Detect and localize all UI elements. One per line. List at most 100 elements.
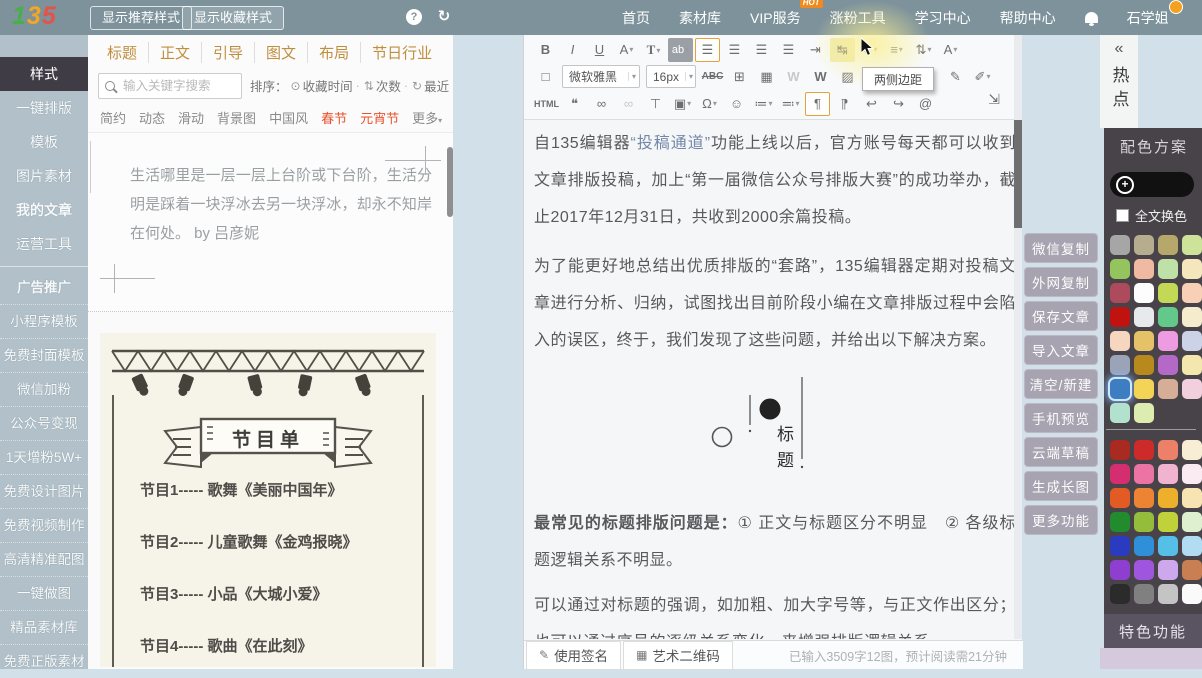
help-icon[interactable]: ? <box>406 9 422 25</box>
nav-vip-services[interactable]: VIP服务HOT <box>750 8 801 28</box>
editor-content[interactable]: 自135编辑器“投稿通道”功能上线以后，官方账号每天都可以收到文章排版投稿，加上… <box>524 119 1028 639</box>
color-swatch[interactable] <box>1134 512 1154 532</box>
template-card-icon[interactable]: ▣▾ <box>670 92 695 116</box>
color-swatch[interactable] <box>1182 283 1202 303</box>
color-swatch[interactable] <box>1134 464 1154 484</box>
color-swatch[interactable] <box>1158 355 1178 375</box>
unordered-list-icon[interactable]: ≕▾ <box>778 92 803 116</box>
clear-new-button[interactable]: 清空/新建 <box>1024 369 1098 399</box>
color-swatch[interactable] <box>1158 440 1178 460</box>
font-color-icon[interactable]: A▾ <box>614 38 639 62</box>
color-swatch[interactable] <box>1110 355 1130 375</box>
color-swatch[interactable] <box>1110 403 1130 423</box>
color-swatch[interactable] <box>1134 259 1154 279</box>
color-swatch-selected[interactable] <box>1110 379 1130 399</box>
color-swatch[interactable] <box>1134 403 1154 423</box>
filter-lantern-festival[interactable]: 元宵节 <box>360 108 399 127</box>
align-center-icon[interactable]: ☰ <box>722 38 747 62</box>
nav-fan-growth-tools[interactable]: 涨粉工具 <box>830 8 886 28</box>
color-swatch[interactable] <box>1110 488 1130 508</box>
color-swatch[interactable] <box>1158 307 1178 327</box>
color-swatch[interactable] <box>1158 560 1178 580</box>
color-swatch[interactable] <box>1110 536 1130 556</box>
font-size-select[interactable]: 16px▾ <box>646 65 696 88</box>
font-family-select[interactable]: 微软雅黑▾ <box>562 65 640 88</box>
color-swatch[interactable] <box>1110 560 1130 580</box>
filter-spring-festival[interactable]: 春节 <box>321 108 347 127</box>
line-height-icon[interactable]: ⇕▾ <box>857 38 882 62</box>
color-swatch[interactable] <box>1182 536 1202 556</box>
text-frame-icon[interactable]: ⊤ <box>643 92 668 116</box>
html-icon[interactable]: HTML <box>533 92 560 116</box>
color-swatch[interactable] <box>1158 488 1178 508</box>
align-right-icon[interactable]: ☰ <box>749 38 774 62</box>
color-swatch[interactable] <box>1110 259 1130 279</box>
tab-title[interactable]: 标题 <box>96 42 148 63</box>
art-qrcode-button[interactable]: ▦ 艺术二维码 <box>623 641 733 670</box>
sidebar-item-free-licensed-materials[interactable]: 免费正版素材 <box>0 644 88 678</box>
color-swatch[interactable] <box>1134 560 1154 580</box>
ordered-list-icon[interactable]: ≔▾ <box>751 92 776 116</box>
paragraph-spacing-icon[interactable]: ⇅▾ <box>911 38 936 62</box>
long-image-button[interactable]: 生成长图 <box>1024 471 1098 501</box>
emoji-icon[interactable]: ☺ <box>724 92 749 116</box>
nav-help-center[interactable]: 帮助中心 <box>1000 8 1056 28</box>
app-logo[interactable]: 135 <box>12 2 57 31</box>
highlight-color-icon[interactable]: ab▾ <box>668 38 693 62</box>
align-left-icon[interactable]: ☰ <box>695 38 720 62</box>
color-swatch[interactable] <box>1158 379 1178 399</box>
quote-style-card[interactable]: 生活哪里是一层一层上台阶或下台阶，生活分明是踩着一块浮冰去另一块浮冰，却永不知岸… <box>88 133 453 312</box>
image-icon[interactable]: ▨ <box>835 65 860 89</box>
word-icon[interactable]: W <box>808 65 833 89</box>
table-icon[interactable]: ⊞ <box>727 65 752 89</box>
search-input[interactable] <box>121 78 235 94</box>
color-swatch[interactable] <box>1182 584 1202 604</box>
sidebar-item-account-monetization[interactable]: 公众号变现 <box>0 406 88 440</box>
sidebar-item-fans-5w[interactable]: 1天增粉5W+ <box>0 440 88 474</box>
tab-festival-industry[interactable]: 节日行业 <box>360 42 443 63</box>
import-article-button[interactable]: 导入文章 <box>1024 335 1098 365</box>
color-swatch[interactable] <box>1110 584 1130 604</box>
color-swatch[interactable] <box>1182 379 1202 399</box>
indent-icon[interactable]: ⇥ <box>803 38 828 62</box>
color-swatch[interactable] <box>1182 259 1202 279</box>
color-swatch[interactable] <box>1134 536 1154 556</box>
color-swatch[interactable] <box>1158 536 1178 556</box>
color-swatch[interactable] <box>1182 440 1202 460</box>
link-icon[interactable]: ∞ <box>589 92 614 116</box>
sidebar-item-mini-program-templates[interactable]: 小程序模板 <box>0 304 88 338</box>
mobile-preview-button[interactable]: 手机预览 <box>1024 403 1098 433</box>
program-list-style-card[interactable]: 节目单 节目1----- 歌舞《美丽中国年》节目2----- 儿童歌舞《金鸡报晓… <box>100 333 436 667</box>
bold-icon[interactable]: B <box>533 38 558 62</box>
full-recolor-checkbox[interactable] <box>1116 209 1129 222</box>
filter-background-image[interactable]: 背景图 <box>217 108 256 127</box>
save-article-button[interactable]: 保存文章 <box>1024 301 1098 331</box>
sidebar-item-free-video-production[interactable]: 免费视频制作 <box>0 508 88 542</box>
color-swatch[interactable] <box>1158 512 1178 532</box>
color-swatch[interactable] <box>1110 307 1130 327</box>
ltr-paragraph-icon[interactable]: ¶ <box>805 92 830 116</box>
sort-by-usage-count[interactable]: ⇅次数· <box>364 76 409 95</box>
sidebar-item-styles[interactable]: 样式 <box>0 57 88 91</box>
sidebar-item-templates[interactable]: 模板 <box>0 125 88 159</box>
filter-simple[interactable]: 简约 <box>100 108 126 127</box>
blockquote-icon[interactable]: ❝ <box>562 92 587 116</box>
color-swatch[interactable] <box>1134 584 1154 604</box>
letter-spacing-icon[interactable]: A▾ <box>938 38 963 62</box>
color-swatch[interactable] <box>1134 331 1154 351</box>
sidebar-item-one-click-image[interactable]: 一键做图 <box>0 576 88 610</box>
filter-sliding[interactable]: 滑动 <box>178 108 204 127</box>
color-swatch[interactable] <box>1182 355 1202 375</box>
nav-learning-center[interactable]: 学习中心 <box>915 8 971 28</box>
search-box[interactable] <box>98 73 242 99</box>
tab-body[interactable]: 正文 <box>148 42 201 63</box>
tab-layout[interactable]: 布局 <box>307 42 360 63</box>
color-swatch[interactable] <box>1110 283 1130 303</box>
add-color-scheme-button[interactable]: + <box>1110 172 1194 197</box>
sort-by-favorite-time[interactable]: ⊙收藏时间· <box>291 76 361 95</box>
sidebar-item-wechat-fans[interactable]: 微信加粉 <box>0 372 88 406</box>
color-swatch[interactable] <box>1110 331 1130 351</box>
sidebar-item-premium-materials[interactable]: 精品素材库 <box>0 610 88 644</box>
strikethrough-icon[interactable]: ABC <box>700 65 725 89</box>
color-swatch[interactable] <box>1158 584 1178 604</box>
